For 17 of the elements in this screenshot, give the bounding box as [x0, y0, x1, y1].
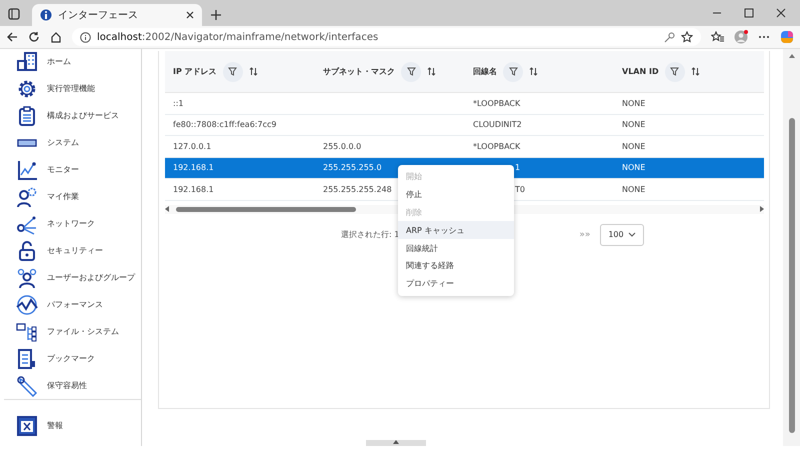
- table-cell: NONE: [614, 179, 764, 200]
- column-header: VLAN ID: [622, 67, 659, 76]
- table-cell: fe80::7808:c1ff:fea6:7cc9: [165, 114, 315, 136]
- table-cell: NONE: [614, 93, 764, 114]
- selection-count: 選択された行: 1: [341, 229, 400, 240]
- table-cell: *LOOPBACK: [465, 93, 614, 114]
- table-cell: NONE: [614, 114, 764, 136]
- table-cell: CLOUDINIT2: [465, 114, 614, 136]
- table-cell: ::1: [165, 93, 315, 114]
- column-header: IP アドレス: [173, 66, 217, 77]
- column-header: サブネット・マスク: [323, 66, 395, 77]
- column-header: 回線名: [473, 66, 497, 77]
- table-cell: NONE: [614, 158, 764, 179]
- table-cell: 192.168.1: [165, 158, 315, 179]
- tab-title: インターフェース: [58, 9, 139, 22]
- table-cell: 192.168.1: [165, 179, 315, 200]
- url-text: localhost:2002/Navigator/mainframe/network/interfaces: [97, 32, 378, 42]
